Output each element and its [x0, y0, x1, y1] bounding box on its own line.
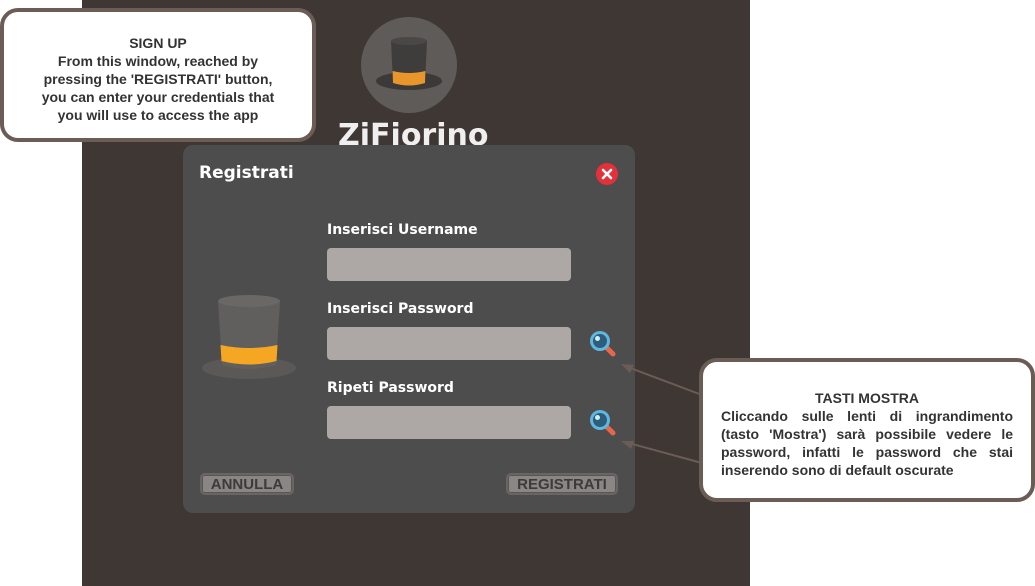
- signup-callout-line: you can enter your credentials that: [41, 89, 275, 105]
- signup-callout-title: SIGN UP: [129, 35, 187, 51]
- signup-callout-line: pressing the 'REGISTRATI' button,: [43, 71, 273, 87]
- show-buttons-callout-body: Cliccando sulle lenti di ingrandimento (…: [721, 408, 1013, 478]
- signup-callout-line: From this window, reached by: [57, 53, 259, 69]
- show-buttons-callout: TASTI MOSTRA Cliccando sulle lenti di in…: [699, 358, 1035, 502]
- signup-callout-line: you will use to access the app: [57, 107, 259, 123]
- show-buttons-callout-title: TASTI MOSTRA: [815, 390, 919, 406]
- signup-callout: SIGN UP From this window, reached by pre…: [0, 8, 316, 142]
